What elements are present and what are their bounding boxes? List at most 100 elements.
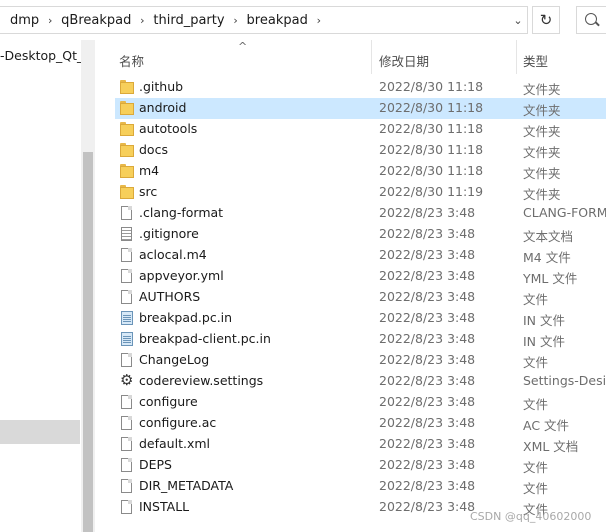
file-date: 2022/8/23 3:48 <box>379 205 476 220</box>
breadcrumb-item-breakpad[interactable]: breakpad <box>245 13 310 28</box>
file-type: 文件 <box>523 397 549 412</box>
column-divider[interactable] <box>371 40 372 74</box>
file-row[interactable]: docs 2022/8/30 11:18 文件夹 <box>115 140 606 161</box>
in-file-icon <box>120 332 134 347</box>
file-type: 文件 <box>523 292 549 307</box>
file-date: 2022/8/23 3:48 <box>379 415 476 430</box>
file-name: breakpad.pc.in <box>139 310 233 325</box>
file-icon <box>120 290 134 305</box>
file-type: 文件夹 <box>523 82 561 97</box>
file-name: configure.ac <box>139 415 217 430</box>
nav-item-desktop-qt[interactable]: -Desktop_Qt_5 <box>0 48 91 63</box>
file-name: autotools <box>139 121 198 136</box>
file-row[interactable]: configure 2022/8/23 3:48 文件 <box>115 392 606 413</box>
folder-icon <box>120 101 134 116</box>
file-type: Settings-Desig <box>523 373 606 388</box>
file-name: AUTHORS <box>139 289 201 304</box>
file-row[interactable]: AUTHORS 2022/8/23 3:48 文件 <box>115 287 606 308</box>
file-type: 文件 <box>523 481 549 496</box>
file-date: 2022/8/23 3:48 <box>379 436 476 451</box>
file-type: 文本文档 <box>523 229 574 244</box>
breadcrumb: dmp › qBreakpad › third_party › breakpad… <box>0 6 328 34</box>
file-row[interactable]: autotools 2022/8/30 11:18 文件夹 <box>115 119 606 140</box>
file-date: 2022/8/23 3:48 <box>379 289 476 304</box>
file-type: 文件夹 <box>523 166 561 181</box>
file-date: 2022/8/23 3:48 <box>379 247 476 262</box>
file-icon <box>120 395 134 410</box>
column-header: ^ 名称 修改日期 类型 <box>95 40 606 76</box>
file-date: 2022/8/30 11:18 <box>379 100 484 115</box>
file-date: 2022/8/23 3:48 <box>379 478 476 493</box>
file-name: default.xml <box>139 436 211 451</box>
folder-icon <box>120 122 134 137</box>
file-name: ChangeLog <box>139 352 210 367</box>
chevron-down-icon[interactable]: ⌄ <box>508 6 528 34</box>
refresh-icon: ↻ <box>539 11 553 29</box>
file-name: DIR_METADATA <box>139 478 234 493</box>
file-row[interactable]: default.xml 2022/8/23 3:48 XML 文档 <box>115 434 606 455</box>
file-date: 2022/8/23 3:48 <box>379 373 476 388</box>
file-type: YML 文件 <box>523 271 578 286</box>
file-type: CLANG-FORMA <box>523 205 606 220</box>
file-date: 2022/8/23 3:48 <box>379 457 476 472</box>
file-type: AC 文件 <box>523 418 570 433</box>
in-file-icon <box>120 311 134 326</box>
file-type: 文件 <box>523 355 549 370</box>
file-row[interactable]: breakpad-client.pc.in 2022/8/23 3:48 IN 文件 <box>115 329 606 350</box>
search-icon <box>585 13 597 25</box>
chevron-right-icon[interactable]: › <box>41 14 59 27</box>
nav-scrollbar[interactable] <box>81 40 95 532</box>
file-name: .github <box>139 79 184 94</box>
file-icon <box>120 500 134 515</box>
file-row[interactable]: .gitignore 2022/8/23 3:48 文本文档 <box>115 224 606 245</box>
file-row[interactable]: .github 2022/8/30 11:18 文件夹 <box>115 77 606 98</box>
breadcrumb-item-qbreakpad[interactable]: qBreakpad <box>59 13 133 28</box>
chevron-right-icon[interactable]: › <box>133 14 151 27</box>
refresh-button[interactable]: ↻ <box>532 6 560 34</box>
column-name[interactable]: 名称 <box>119 51 144 70</box>
file-name: src <box>139 184 158 199</box>
file-row[interactable]: configure.ac 2022/8/23 3:48 AC 文件 <box>115 413 606 434</box>
file-name: android <box>139 100 187 115</box>
file-type: IN 文件 <box>523 313 566 328</box>
file-row[interactable]: src 2022/8/30 11:19 文件夹 <box>115 182 606 203</box>
file-row[interactable]: aclocal.m4 2022/8/23 3:48 M4 文件 <box>115 245 606 266</box>
file-row[interactable]: android 2022/8/30 11:18 文件夹 <box>115 98 606 119</box>
file-row[interactable]: appveyor.yml 2022/8/23 3:48 YML 文件 <box>115 266 606 287</box>
file-icon <box>120 479 134 494</box>
file-row[interactable]: breakpad.pc.in 2022/8/23 3:48 IN 文件 <box>115 308 606 329</box>
file-name: INSTALL <box>139 499 190 514</box>
file-icon <box>120 269 134 284</box>
file-type: M4 文件 <box>523 250 571 265</box>
file-date: 2022/8/30 11:18 <box>379 142 484 157</box>
file-row[interactable]: DIR_METADATA 2022/8/23 3:48 文件 <box>115 476 606 497</box>
file-row[interactable]: .clang-format 2022/8/23 3:48 CLANG-FORMA <box>115 203 606 224</box>
column-date[interactable]: 修改日期 <box>379 51 429 70</box>
file-type: 文件夹 <box>523 124 561 139</box>
folder-icon <box>120 143 134 158</box>
breadcrumb-item-dmp[interactable]: dmp <box>0 13 41 28</box>
file-icon <box>120 248 134 263</box>
file-name: m4 <box>139 163 160 178</box>
file-date: 2022/8/30 11:18 <box>379 79 484 94</box>
file-date: 2022/8/23 3:48 <box>379 226 476 241</box>
nav-item-selected[interactable] <box>0 420 80 444</box>
file-date: 2022/8/23 3:48 <box>379 352 476 367</box>
column-divider[interactable] <box>516 40 517 74</box>
scrollbar-thumb[interactable] <box>83 152 93 532</box>
search-input[interactable] <box>576 6 606 34</box>
file-name: appveyor.yml <box>139 268 224 283</box>
file-name: DEPS <box>139 457 172 472</box>
chevron-right-icon[interactable]: › <box>227 14 245 27</box>
breadcrumb-item-third-party[interactable]: third_party <box>151 13 226 28</box>
chevron-right-icon[interactable]: › <box>310 14 328 27</box>
file-row[interactable]: ChangeLog 2022/8/23 3:48 文件 <box>115 350 606 371</box>
file-row[interactable]: codereview.settings 2022/8/23 3:48 Setting… <box>115 371 606 392</box>
gear-icon <box>120 371 134 389</box>
file-name: codereview.settings <box>139 373 264 388</box>
file-name: configure <box>139 394 198 409</box>
file-row[interactable]: m4 2022/8/30 11:18 文件夹 <box>115 161 606 182</box>
folder-icon <box>120 80 134 95</box>
column-type[interactable]: 类型 <box>523 51 548 70</box>
file-row[interactable]: DEPS 2022/8/23 3:48 文件 <box>115 455 606 476</box>
